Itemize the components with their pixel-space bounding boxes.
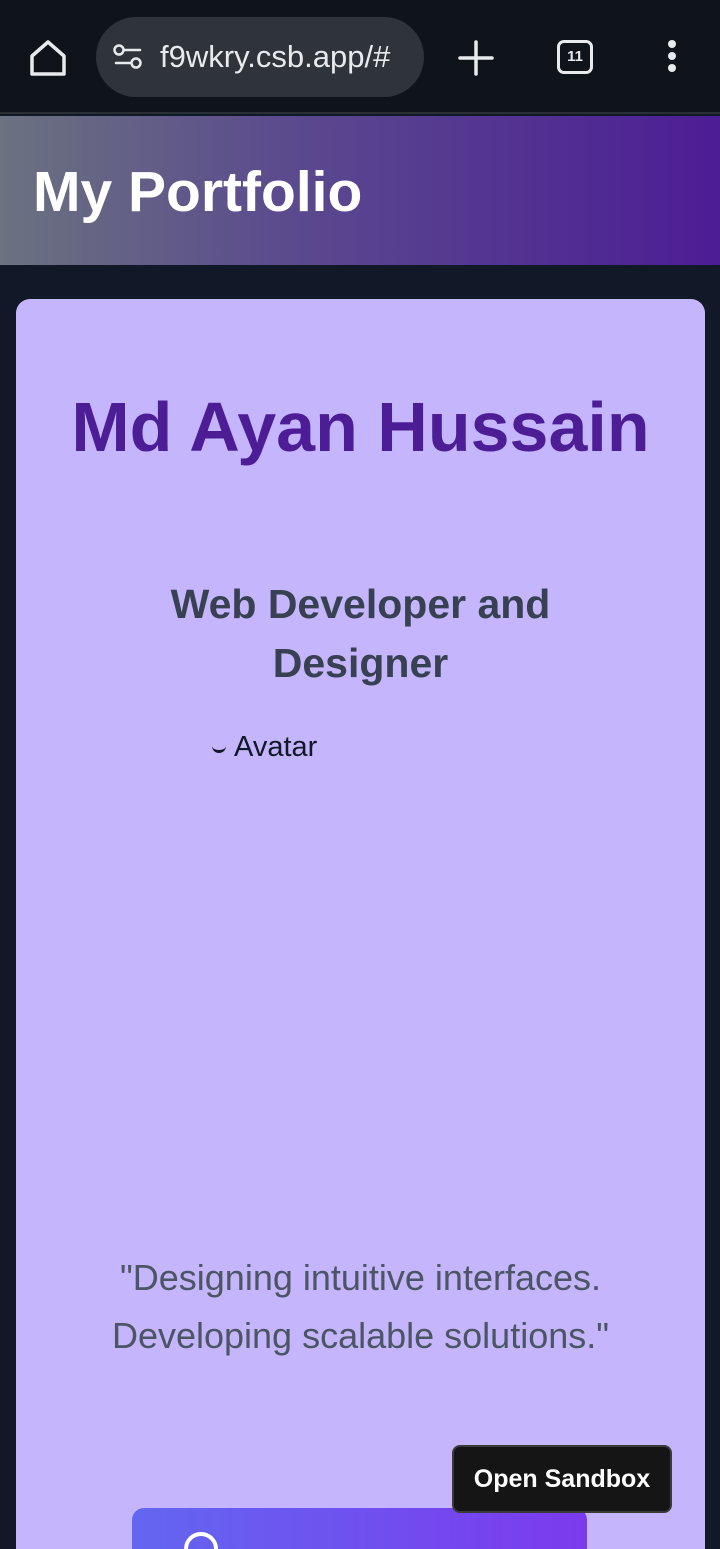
url-text[interactable]: f9wkry.csb.app/#: [160, 39, 420, 75]
profile-role: Web Developer and Designer: [170, 581, 551, 686]
new-tab-plus-icon[interactable]: [458, 40, 494, 76]
home-icon[interactable]: [26, 36, 70, 80]
cta-button[interactable]: [132, 1508, 587, 1549]
tab-switcher-button[interactable]: 11: [557, 40, 593, 74]
profile-card: Md Ayan Hussain Web Developer and Design…: [16, 299, 705, 1549]
more-menu-icon[interactable]: [664, 40, 680, 76]
profile-name: Md Ayan Hussain: [71, 388, 650, 466]
avatar-alt-label: Avatar: [234, 731, 318, 763]
address-bar[interactable]: f9wkry.csb.app/#: [96, 17, 424, 97]
avatar-alt-text: Avatar: [212, 727, 512, 767]
broken-image-icon: [212, 743, 226, 754]
site-title: My Portfolio: [33, 160, 363, 224]
open-sandbox-button[interactable]: Open Sandbox: [452, 1445, 672, 1513]
site-header: My Portfolio: [0, 116, 720, 265]
avatar: Avatar: [212, 727, 512, 1027]
cta-circle-icon: [184, 1532, 218, 1549]
site-info-icon[interactable]: [112, 43, 144, 71]
profile-tagline: "Designing intuitive interfaces. Develop…: [111, 1257, 610, 1356]
browser-toolbar: f9wkry.csb.app/# 11: [0, 0, 720, 114]
